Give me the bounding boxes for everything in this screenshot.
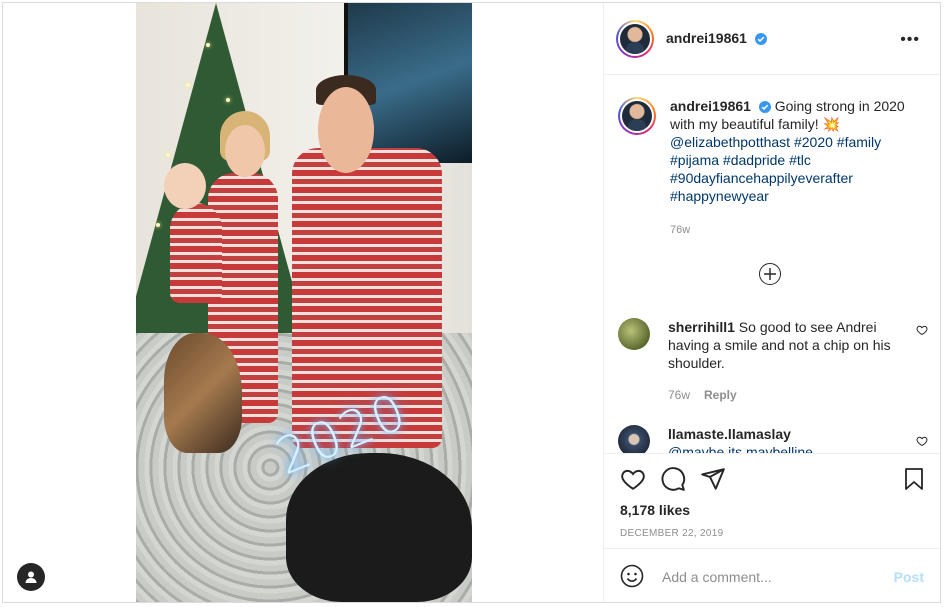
comment-username[interactable]: llamaste.llamaslay — [668, 426, 791, 442]
photo-face — [225, 125, 265, 177]
comment-username[interactable]: sherrihill1 — [668, 319, 735, 335]
comment-bubble-icon[interactable] — [660, 466, 686, 492]
caption-avatar[interactable] — [618, 97, 656, 135]
caption-hashtag[interactable]: #2020 — [794, 134, 833, 150]
comment-item: llamaste.llamaslay @maybe its maybelline — [618, 425, 928, 453]
photo-face — [318, 87, 374, 173]
post-header: andrei19861 ••• — [604, 3, 940, 75]
reply-button[interactable]: Reply — [704, 388, 737, 402]
comment-like-heart-icon[interactable] — [916, 435, 928, 447]
comment-text[interactable]: @maybe its maybelline — [668, 444, 813, 453]
share-paper-plane-icon[interactable] — [700, 466, 726, 492]
post-date[interactable]: DECEMBER 22, 2019 — [620, 528, 723, 539]
caption-hashtag[interactable]: #family — [837, 134, 881, 150]
photo-dog-brown — [164, 333, 242, 453]
likes-count[interactable]: 8,178 likes — [620, 502, 690, 518]
header-username[interactable]: andrei19861 — [666, 30, 747, 46]
comment-input[interactable] — [660, 563, 884, 591]
caption-mention[interactable]: @elizabethpotthast — [670, 134, 790, 150]
comments-list[interactable]: andrei19861 Going strong in 2020 with my… — [604, 75, 940, 453]
plus-circle-icon — [764, 268, 776, 280]
caption-hashtag[interactable]: #dadpride — [723, 152, 785, 168]
caption-hashtag[interactable]: #90dayfiancehappilyeverafter — [670, 170, 853, 186]
comment-body: sherrihill1 So good to see Andrei having… — [668, 318, 894, 404]
caption-body: andrei19861 Going strong in 2020 with my… — [670, 97, 910, 239]
post-modal: 2020 andrei19861 ••• andrei19861 Going s… — [2, 2, 941, 603]
more-options-button[interactable]: ••• — [900, 31, 920, 49]
save-bookmark-icon[interactable] — [902, 466, 926, 492]
verified-badge-icon — [755, 32, 768, 45]
caption-time[interactable]: 76w — [670, 221, 910, 239]
comment-avatar[interactable] — [618, 318, 650, 350]
caption-hashtag[interactable]: #happynewyear — [670, 188, 769, 204]
action-bar: 8,178 likes DECEMBER 22, 2019 — [604, 453, 940, 548]
caption-username[interactable]: andrei19861 — [670, 98, 751, 114]
comment-time[interactable]: 76w — [668, 388, 690, 402]
comment-avatar[interactable] — [618, 425, 650, 453]
media-area: 2020 — [3, 3, 603, 602]
photo-face — [164, 163, 206, 209]
emoji-smiley-icon[interactable] — [620, 564, 644, 588]
add-comment-bar: Post — [604, 548, 940, 602]
comment-body: llamaste.llamaslay @maybe its maybelline — [668, 425, 894, 453]
like-heart-icon[interactable] — [620, 466, 646, 492]
load-more-comments-button[interactable] — [759, 263, 781, 285]
comment-item: sherrihill1 So good to see Andrei having… — [618, 318, 928, 404]
photo-person-baby — [170, 203, 222, 303]
comment-meta: 76w Reply — [668, 386, 894, 404]
caption: andrei19861 Going strong in 2020 with my… — [618, 97, 928, 239]
post-panel: andrei19861 ••• andrei19861 Going strong… — [603, 3, 940, 602]
verified-badge-icon — [758, 101, 771, 113]
user-icon — [25, 571, 37, 583]
tagged-users-button[interactable] — [17, 563, 45, 591]
header-avatar[interactable] — [616, 19, 654, 58]
caption-hashtag[interactable]: #pijama — [670, 152, 719, 168]
comment-like-heart-icon[interactable] — [916, 324, 928, 336]
post-photo[interactable]: 2020 — [136, 3, 472, 602]
caption-hashtag[interactable]: #tlc — [789, 152, 811, 168]
post-comment-button[interactable]: Post — [894, 569, 924, 585]
